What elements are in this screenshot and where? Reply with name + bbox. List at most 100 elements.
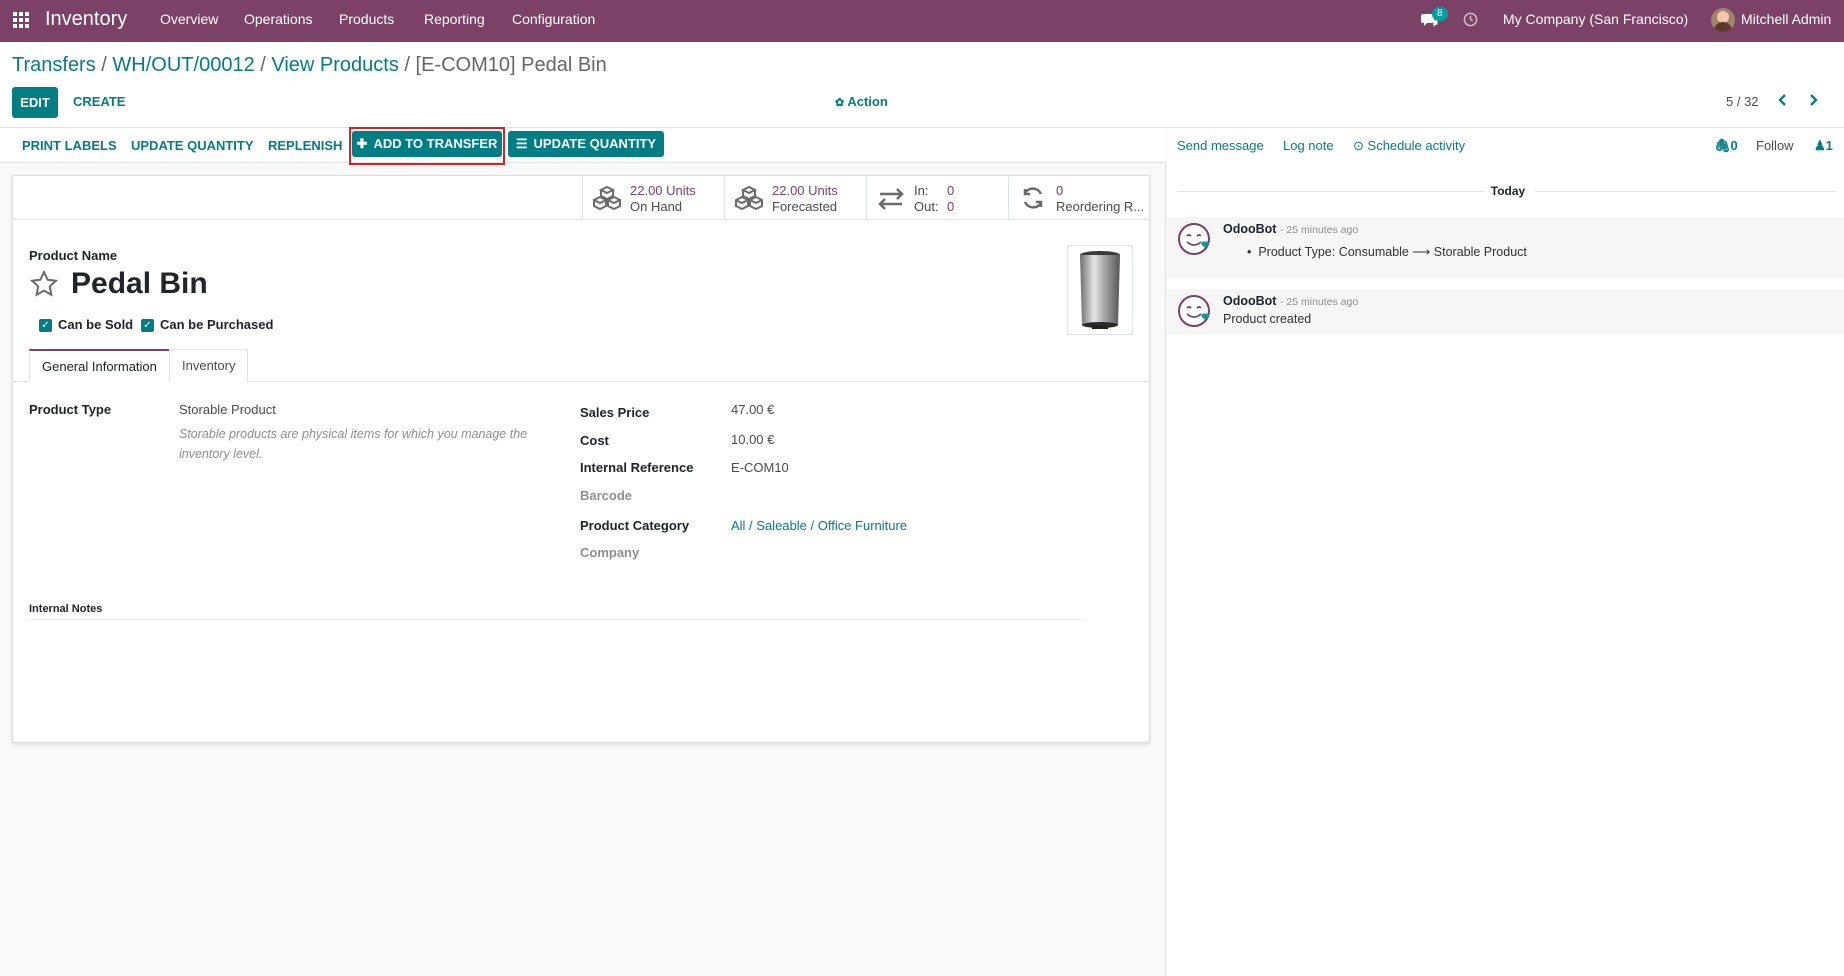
edit-button[interactable]: EDIT bbox=[12, 87, 58, 118]
tab-inventory[interactable]: Inventory bbox=[169, 349, 249, 382]
message-body: Product created bbox=[1223, 312, 1312, 326]
update-quantity-link-button[interactable]: UPDATE QUANTITY bbox=[131, 138, 254, 153]
breadcrumb-separator: / bbox=[404, 54, 410, 76]
messaging-menu[interactable]: 8 bbox=[1420, 0, 1448, 42]
attachments-button[interactable]: 🖇0 bbox=[1714, 138, 1738, 154]
can-be-purchased-label: Can be Purchased bbox=[160, 317, 274, 332]
sales-price-label: Sales Price bbox=[580, 405, 650, 420]
in-out-stat-button[interactable]: In: 0 Out: 0 bbox=[866, 176, 1008, 220]
favorite-star-icon[interactable] bbox=[29, 269, 59, 302]
breadcrumb-separator: / bbox=[260, 54, 266, 76]
list-icon: ☰ bbox=[515, 136, 528, 151]
refresh-icon bbox=[1023, 187, 1043, 209]
breadcrumb-picking[interactable]: WH/OUT/00012 bbox=[112, 54, 254, 76]
menu-products[interactable]: Products bbox=[339, 0, 394, 42]
internal-reference-label: Internal Reference bbox=[580, 460, 694, 475]
company-field[interactable] bbox=[731, 541, 1031, 561]
message-author[interactable]: OdooBot bbox=[1223, 222, 1276, 236]
follow-button[interactable]: Follow bbox=[1756, 138, 1794, 153]
paperclip-icon: 🖇 bbox=[1714, 138, 1731, 153]
forecasted-label: Forecasted bbox=[772, 199, 838, 214]
pager-next-icon[interactable] bbox=[1806, 92, 1820, 111]
product-category-link[interactable]: All / Saleable / Office Furniture bbox=[731, 518, 907, 533]
forecasted-stat-button[interactable]: 22.00 Units Forecasted bbox=[724, 176, 866, 220]
forecasted-value: 22.00 Units bbox=[772, 183, 838, 198]
create-button[interactable]: CREATE bbox=[73, 94, 125, 109]
internal-reference-field[interactable]: E-COM10 bbox=[731, 460, 789, 475]
control-panel: Transfers / WH/OUT/00012 / View Products… bbox=[0, 42, 1844, 128]
user-menu[interactable]: Mitchell Admin bbox=[1711, 0, 1831, 42]
on-hand-value: 22.00 Units bbox=[630, 183, 696, 198]
product-category-label: Product Category bbox=[580, 518, 690, 533]
can-be-purchased-checkbox[interactable]: ✓ bbox=[141, 319, 154, 332]
followers-count: 1 bbox=[1825, 138, 1833, 153]
form-sheet: 22.00 Units On Hand 22.00 Units Forecast… bbox=[12, 175, 1150, 743]
action-menu[interactable]: ✿ Action bbox=[835, 94, 888, 109]
add-to-transfer-button[interactable]: ✚ ADD TO TRANSFER bbox=[352, 131, 502, 157]
breadcrumb-view-products[interactable]: View Products bbox=[271, 54, 398, 76]
log-note-button[interactable]: Log note bbox=[1283, 138, 1334, 153]
arrow-right-icon: ⟶ bbox=[1412, 245, 1431, 259]
product-type-select[interactable]: Storable Product bbox=[179, 402, 276, 417]
product-image[interactable] bbox=[1067, 245, 1133, 335]
out-value: 0 bbox=[947, 199, 955, 214]
menu-configuration[interactable]: Configuration bbox=[512, 0, 595, 42]
update-quantity-button[interactable]: ☰ UPDATE QUANTITY bbox=[508, 131, 664, 157]
add-to-transfer-label: ADD TO TRANSFER bbox=[373, 136, 498, 151]
action-label: Action bbox=[847, 94, 888, 109]
user-icon: ♟ bbox=[1814, 138, 1826, 153]
odoobot-avatar-icon bbox=[1178, 223, 1210, 255]
tracking-value-change: • Product Type: Consumable ⟶ Storable Pr… bbox=[1247, 244, 1527, 259]
app-title[interactable]: Inventory bbox=[45, 0, 127, 42]
company-switcher[interactable]: My Company (San Francisco) bbox=[1503, 0, 1688, 42]
attachments-count: 0 bbox=[1730, 138, 1738, 153]
pager-previous-icon[interactable] bbox=[1776, 92, 1790, 111]
menu-overview[interactable]: Overview bbox=[160, 0, 218, 42]
tab-general-information[interactable]: General Information bbox=[29, 349, 170, 382]
reordering-stat-button[interactable]: 0 Reordering R... bbox=[1008, 176, 1149, 220]
menu-operations[interactable]: Operations bbox=[244, 0, 312, 42]
message-time: - 25 minutes ago bbox=[1280, 296, 1359, 308]
product-name[interactable]: Pedal Bin bbox=[71, 267, 208, 301]
gear-icon: ✿ bbox=[835, 97, 845, 109]
apps-menu-icon[interactable] bbox=[12, 0, 30, 42]
on-hand-stat-button[interactable]: 22.00 Units On Hand bbox=[582, 176, 724, 220]
reordering-value: 0 bbox=[1056, 183, 1064, 198]
clock-icon bbox=[1463, 12, 1478, 27]
barcode-label: Barcode bbox=[580, 488, 633, 503]
product-type-label: Product Type bbox=[29, 402, 112, 417]
chatter-message: OdooBot - 25 minutes ago • Product Type:… bbox=[1167, 217, 1844, 278]
cost-field[interactable]: 10.00 € bbox=[731, 432, 774, 447]
replenish-button[interactable]: REPLENISH bbox=[268, 138, 342, 153]
out-label: Out: bbox=[914, 199, 939, 214]
breadcrumb-transfers[interactable]: Transfers bbox=[12, 54, 96, 76]
send-message-button[interactable]: Send message bbox=[1177, 138, 1264, 153]
schedule-activity-label: Schedule activity bbox=[1367, 138, 1466, 153]
user-name: Mitchell Admin bbox=[1741, 11, 1832, 27]
internal-notes-field[interactable] bbox=[29, 619, 1085, 699]
can-be-sold-checkbox[interactable]: ✓ bbox=[39, 319, 52, 332]
print-labels-button[interactable]: PRINT LABELS bbox=[22, 138, 117, 153]
pager-value[interactable]: 5 / 32 bbox=[1726, 94, 1759, 109]
menu-reporting[interactable]: Reporting bbox=[424, 0, 485, 42]
sales-price-field[interactable]: 47.00 € bbox=[731, 402, 774, 417]
top-navbar: Inventory Overview Operations Products R… bbox=[0, 0, 1844, 42]
company-label: Company bbox=[580, 545, 640, 560]
breadcrumb-current: [E-COM10] Pedal Bin bbox=[415, 54, 607, 76]
schedule-activity-button[interactable]: ⊙ Schedule activity bbox=[1353, 138, 1465, 154]
followers-button[interactable]: ♟1 bbox=[1814, 138, 1833, 154]
tracking-to: Storable Product bbox=[1433, 245, 1527, 259]
activity-menu[interactable] bbox=[1463, 0, 1478, 42]
product-type-help-line-2: inventory level. bbox=[179, 447, 263, 461]
chatter-message: OdooBot - 25 minutes ago Product created bbox=[1167, 289, 1844, 334]
barcode-field[interactable] bbox=[731, 484, 1031, 504]
tracking-from: Product Type: Consumable bbox=[1258, 245, 1409, 259]
internal-notes-label: Internal Notes bbox=[29, 603, 103, 615]
odoobot-avatar-icon bbox=[1178, 295, 1210, 327]
plus-icon: ✚ bbox=[356, 136, 368, 151]
form-view: PRINT LABELS UPDATE QUANTITY REPLENISH ✚… bbox=[0, 127, 1166, 976]
date-divider-left bbox=[1177, 191, 1485, 192]
date-separator-today: Today bbox=[1490, 184, 1526, 198]
button-box: 22.00 Units On Hand 22.00 Units Forecast… bbox=[13, 176, 1149, 220]
message-author[interactable]: OdooBot bbox=[1223, 294, 1276, 308]
